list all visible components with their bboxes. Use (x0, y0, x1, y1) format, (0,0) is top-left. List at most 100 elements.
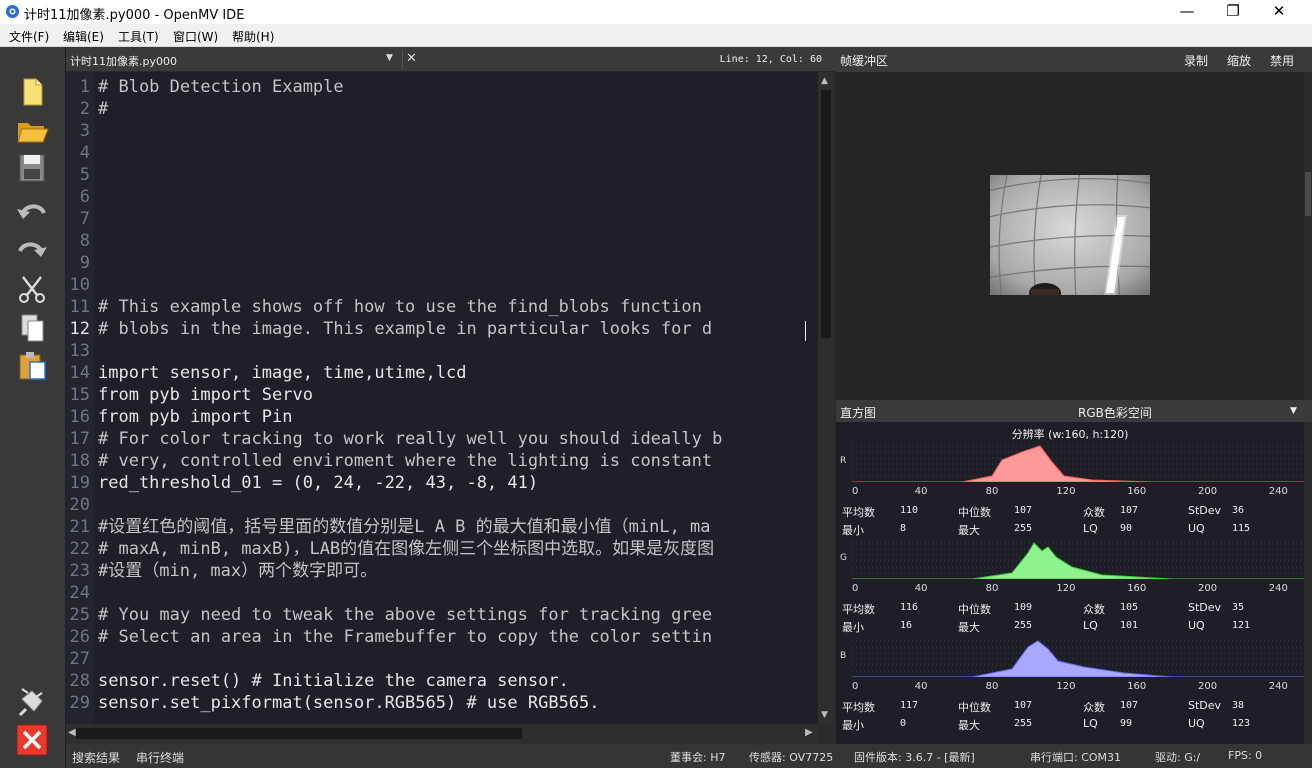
file-dropdown-icon[interactable]: ▼ (386, 53, 393, 63)
menu-tools[interactable]: 工具(T) (118, 28, 159, 45)
editor-horizontal-scrollbar[interactable]: ◀ ▶ (66, 724, 818, 744)
code-line[interactable]: sensor.set_pixformat(sensor.RGB565) # us… (98, 692, 600, 714)
scroll-left-icon[interactable]: ◀ (68, 727, 76, 738)
scroll-right-icon[interactable]: ▶ (805, 727, 813, 738)
line-number-gutter: 1 2 3 4 5 6 7 8 9 10 11 12 13 14 15 16 17 18 19 20 21 22 23 24 2… (66, 72, 94, 724)
axis-tick-label: 200 (1198, 583, 1218, 594)
stat-value-min: 8 (900, 523, 907, 534)
close-file-button[interactable]: ✕ (402, 49, 420, 69)
menu-edit[interactable]: 编辑(E) (63, 28, 104, 45)
paste-button[interactable] (14, 349, 50, 383)
zoom-button[interactable]: 缩放 (1227, 52, 1251, 69)
firmware-status[interactable]: 固件版本: 3.6.7 - [最新] (854, 749, 975, 765)
menu-file[interactable]: 文件(F) (9, 28, 49, 45)
cursor-position: Line: 12, Col: 60 (719, 54, 822, 65)
histogram-channel: B 0 40 80 120 160 200 240 平均数 117 中位数 107 众数 107 StDev… (836, 637, 1304, 734)
code-line[interactable]: import sensor, image, time,utime,lcd (98, 362, 466, 384)
undo-icon (17, 204, 46, 219)
disconnect-icon (16, 724, 48, 756)
colorspace-dropdown-icon[interactable]: ▼ (1290, 406, 1297, 416)
stat-value-lq: 90 (1120, 523, 1133, 534)
code-line[interactable]: # blobs in the image. This example in pa… (98, 318, 712, 340)
stat-value-lq: 99 (1120, 718, 1133, 729)
code-line[interactable]: # Blob Detection Example (98, 76, 344, 98)
menu-window[interactable]: 窗口(W) (173, 28, 218, 45)
code-line[interactable]: red_threshold_01 = (0, 24, -22, 43, -8, … (98, 472, 538, 494)
code-line[interactable]: #设置（min, max）两个数字即可。 (98, 560, 377, 582)
open-folder-icon (17, 123, 49, 143)
stat-value-max: 255 (1014, 718, 1033, 729)
cut-button[interactable] (14, 273, 50, 307)
scroll-up-icon[interactable]: ▲ (821, 76, 828, 86)
copy-button[interactable] (14, 311, 50, 345)
stat-label-median: 中位数 (958, 506, 991, 519)
hscroll-thumb[interactable] (76, 728, 522, 739)
code-line[interactable]: # (98, 98, 108, 120)
menu-help[interactable]: 帮助(H) (232, 28, 274, 45)
camera-frame-image[interactable] (990, 175, 1150, 295)
line-number: 22 (69, 539, 90, 559)
stat-label-min: 最小 (842, 719, 864, 732)
code-line[interactable]: # You may need to tweak the above settin… (98, 604, 712, 626)
code-line[interactable]: # For color tracking to work really well… (98, 428, 722, 450)
axis-tick-label: 200 (1198, 486, 1218, 497)
disable-button[interactable]: 禁用 (1270, 52, 1294, 69)
colorspace-select[interactable]: RGB色彩空间 (1078, 404, 1152, 421)
axis-tick-label: 240 (1268, 486, 1288, 497)
stat-value-mean: 116 (900, 602, 919, 613)
stat-label-uq: UQ (1188, 717, 1205, 730)
code-line[interactable]: #设置红色的阈值，括号里面的数值分别是L A B 的最大值和最小值（minL, … (98, 516, 711, 538)
disconnect-button[interactable] (14, 723, 50, 757)
axis-tick-label: 80 (985, 681, 999, 692)
axis-tick-label: 120 (1056, 583, 1076, 594)
stat-value-mode: 107 (1120, 505, 1139, 516)
code-line[interactable]: from pyb import Servo (98, 384, 313, 406)
axis-tick-label: 120 (1056, 681, 1076, 692)
line-number: 2 (79, 99, 90, 119)
line-number: 13 (69, 341, 90, 361)
line-number: 1 (79, 77, 90, 97)
close-window-button[interactable]: ✕ (1256, 0, 1302, 24)
file-tab[interactable]: 计时11加像素.py000 (70, 53, 177, 69)
search-results-tab[interactable]: 搜索结果 (72, 749, 120, 766)
code-line[interactable]: # maxA, minB, maxB)，LAB的值在图像左侧三个坐标图中选取。如… (98, 538, 714, 560)
line-number: 28 (69, 671, 90, 691)
code-line[interactable]: from pyb import Pin (98, 406, 292, 428)
serial-terminal-tab[interactable]: 串行终端 (136, 749, 184, 766)
save-button[interactable] (14, 151, 50, 185)
channel-name: G (840, 553, 847, 563)
axis-tick-label: 240 (1268, 681, 1288, 692)
axis-tick-label: 160 (1127, 583, 1147, 594)
line-number: 14 (69, 363, 90, 383)
stat-label-max: 最大 (958, 524, 980, 537)
right-scroll-thumb[interactable] (1305, 172, 1311, 216)
sensor-status: 传感器: OV7725 (749, 751, 834, 764)
line-number: 10 (69, 275, 90, 295)
editor-vertical-scrollbar[interactable]: ▲ ▼ (818, 72, 834, 724)
scroll-down-icon[interactable]: ▼ (821, 710, 828, 720)
open-file-button[interactable] (14, 113, 50, 147)
redo-button[interactable] (14, 235, 50, 269)
new-file-button[interactable] (14, 75, 50, 109)
scroll-thumb[interactable] (821, 90, 831, 338)
code-line[interactable]: # Select an area in the Framebuffer to c… (98, 626, 712, 648)
axis-tick-label: 240 (1268, 583, 1288, 594)
code-line[interactable]: # very, controlled enviroment where the … (98, 450, 712, 472)
code-line[interactable]: # This example shows off how to use the … (98, 296, 702, 318)
stat-label-uq: UQ (1188, 522, 1205, 535)
redo-icon (18, 242, 47, 257)
stat-label-min: 最小 (842, 621, 864, 634)
line-number: 25 (69, 605, 90, 625)
stat-value-min: 0 (900, 718, 907, 729)
connect-button[interactable] (14, 685, 50, 719)
record-button[interactable]: 录制 (1184, 52, 1208, 69)
minimize-button[interactable]: — (1164, 0, 1210, 24)
code-editor[interactable]: 1 2 3 4 5 6 7 8 9 10 11 12 13 14 15 16 17 18 19 20 21 22 23 24 2… (66, 72, 818, 724)
stat-value-mean: 117 (900, 700, 919, 711)
copy-icon (21, 314, 44, 342)
line-number: 8 (79, 231, 90, 251)
framebuffer-view[interactable] (836, 72, 1312, 400)
maximize-button[interactable]: ❐ (1210, 0, 1256, 24)
code-line[interactable]: sensor.reset() # Initialize the camera s… (98, 670, 569, 692)
undo-button[interactable] (14, 197, 50, 231)
